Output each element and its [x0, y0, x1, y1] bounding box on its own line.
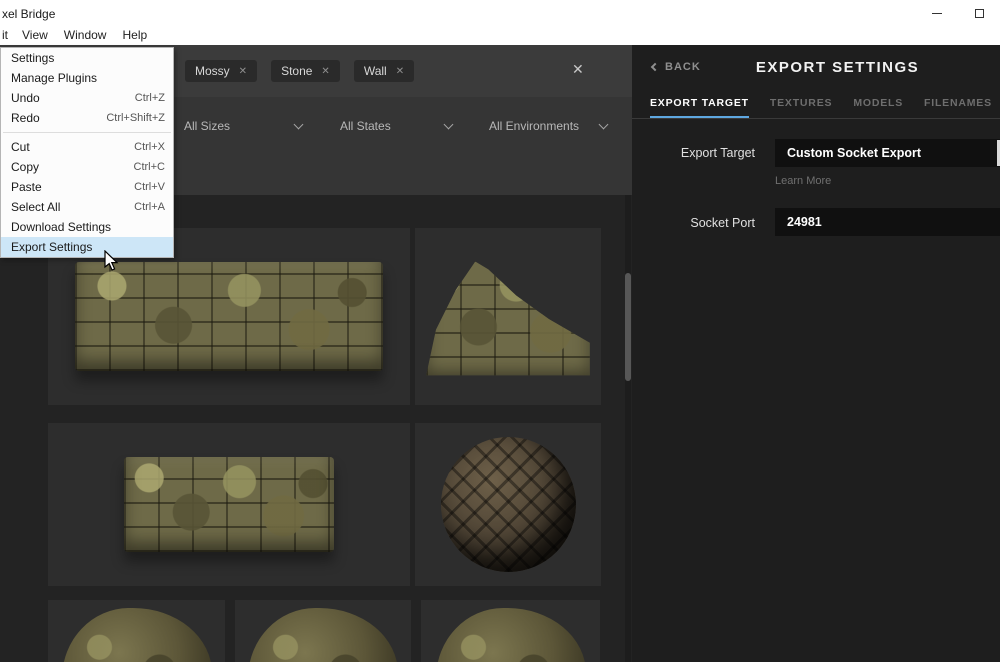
dropdown-label: All Sizes: [184, 119, 230, 133]
asset-grid: [0, 195, 632, 662]
maximize-button[interactable]: [958, 0, 1000, 26]
export-target-select[interactable]: Custom Socket Export: [775, 139, 1000, 167]
asset-thumb-mossy-stone-wall-ramp: [426, 251, 590, 382]
remove-tag-icon[interactable]: ✕: [239, 66, 247, 77]
dropdown-all-states[interactable]: All States: [340, 112, 452, 140]
filter-tag-label: Mossy: [195, 64, 230, 78]
asset-thumb-mossy-rock: [436, 608, 586, 662]
menu-item-undo[interactable]: Undo Ctrl+Z: [1, 88, 173, 108]
chevron-down-icon: [294, 119, 304, 129]
dropdown-all-sizes[interactable]: All Sizes: [184, 112, 302, 140]
asset-thumb-stone-lattice-sphere: [441, 437, 576, 572]
tab-export-target[interactable]: EXPORT TARGET: [650, 97, 749, 118]
chevron-down-icon: [444, 119, 454, 129]
titlebar: xel Bridge: [0, 0, 1000, 26]
chevron-left-icon: [651, 63, 659, 71]
filter-tag-stone[interactable]: Stone ✕: [271, 60, 340, 82]
minimize-icon: [932, 13, 942, 14]
menu-item-settings[interactable]: Settings: [1, 48, 173, 68]
export-settings-panel: BACK EXPORT SETTINGS EXPORT TARGET TEXTU…: [632, 45, 1000, 662]
tab-textures[interactable]: TEXTURES: [770, 97, 832, 118]
asset-thumb-mossy-rock: [248, 608, 398, 662]
scrollbar-track: [625, 195, 631, 662]
filter-tag-wall[interactable]: Wall ✕: [354, 60, 414, 82]
menu-item-paste[interactable]: Paste Ctrl+V: [1, 177, 173, 197]
asset-card[interactable]: [235, 600, 411, 662]
scrollbar-thumb[interactable]: [625, 273, 631, 381]
filter-tag-mossy[interactable]: Mossy ✕: [185, 60, 257, 82]
menu-edit[interactable]: it: [0, 26, 14, 45]
asset-card[interactable]: [415, 423, 601, 586]
tab-filenames[interactable]: FILENAMES: [924, 97, 992, 118]
menu-help[interactable]: Help: [114, 26, 155, 45]
filter-tag-label: Wall: [364, 64, 387, 78]
menu-item-copy[interactable]: Copy Ctrl+C: [1, 157, 173, 177]
remove-tag-icon[interactable]: ✕: [321, 66, 329, 77]
remove-tag-icon[interactable]: ✕: [396, 66, 404, 77]
asset-thumb-mossy-stone-wall: [124, 457, 334, 552]
chevron-down-icon: [599, 119, 609, 129]
asset-card[interactable]: [48, 423, 410, 586]
minimize-button[interactable]: [916, 0, 958, 26]
menu-window[interactable]: Window: [56, 26, 115, 45]
export-target-value: Custom Socket Export: [787, 146, 921, 160]
tab-bar: EXPORT TARGET TEXTURES MODELS FILENAMES: [650, 97, 992, 118]
asset-card[interactable]: [48, 600, 225, 662]
window-controls: [916, 0, 1000, 26]
maximize-icon: [975, 9, 984, 18]
menu-view[interactable]: View: [14, 26, 56, 45]
page-title: EXPORT SETTINGS: [675, 59, 1000, 76]
divider: [632, 118, 1000, 119]
menu-item-download-settings[interactable]: Download Settings: [1, 217, 173, 237]
dropdown-label: All Environments: [489, 119, 579, 133]
dropdown-all-environments[interactable]: All Environments: [489, 112, 607, 140]
learn-more-link[interactable]: Learn More: [775, 175, 831, 187]
socket-port-label: Socket Port: [632, 216, 755, 230]
clear-search-icon[interactable]: ✕: [572, 61, 584, 78]
menu-item-redo[interactable]: Redo Ctrl+Shift+Z: [1, 108, 173, 128]
tab-models[interactable]: MODELS: [853, 97, 903, 118]
export-target-label: Export Target: [632, 146, 755, 160]
dropdown-label: All States: [340, 119, 391, 133]
menu-item-export-settings[interactable]: Export Settings: [1, 237, 173, 257]
asset-thumb-mossy-stone-wall: [75, 262, 383, 372]
filter-tag-label: Stone: [281, 64, 312, 78]
asset-card[interactable]: [415, 228, 601, 405]
menu-item-cut[interactable]: Cut Ctrl+X: [1, 137, 173, 157]
edit-menu-dropdown: Settings Manage Plugins Undo Ctrl+Z Redo…: [0, 47, 174, 258]
search-tags: Mossy ✕ Stone ✕ Wall ✕: [185, 60, 414, 82]
menu-item-select-all[interactable]: Select All Ctrl+A: [1, 197, 173, 217]
socket-port-input[interactable]: [775, 208, 1000, 236]
asset-card[interactable]: [421, 600, 600, 662]
menubar: it View Window Help: [0, 26, 1000, 45]
menu-item-manage-plugins[interactable]: Manage Plugins: [1, 68, 173, 88]
asset-thumb-mossy-rock: [62, 608, 212, 662]
window-title: xel Bridge: [2, 7, 55, 21]
menu-separator: [3, 132, 171, 133]
